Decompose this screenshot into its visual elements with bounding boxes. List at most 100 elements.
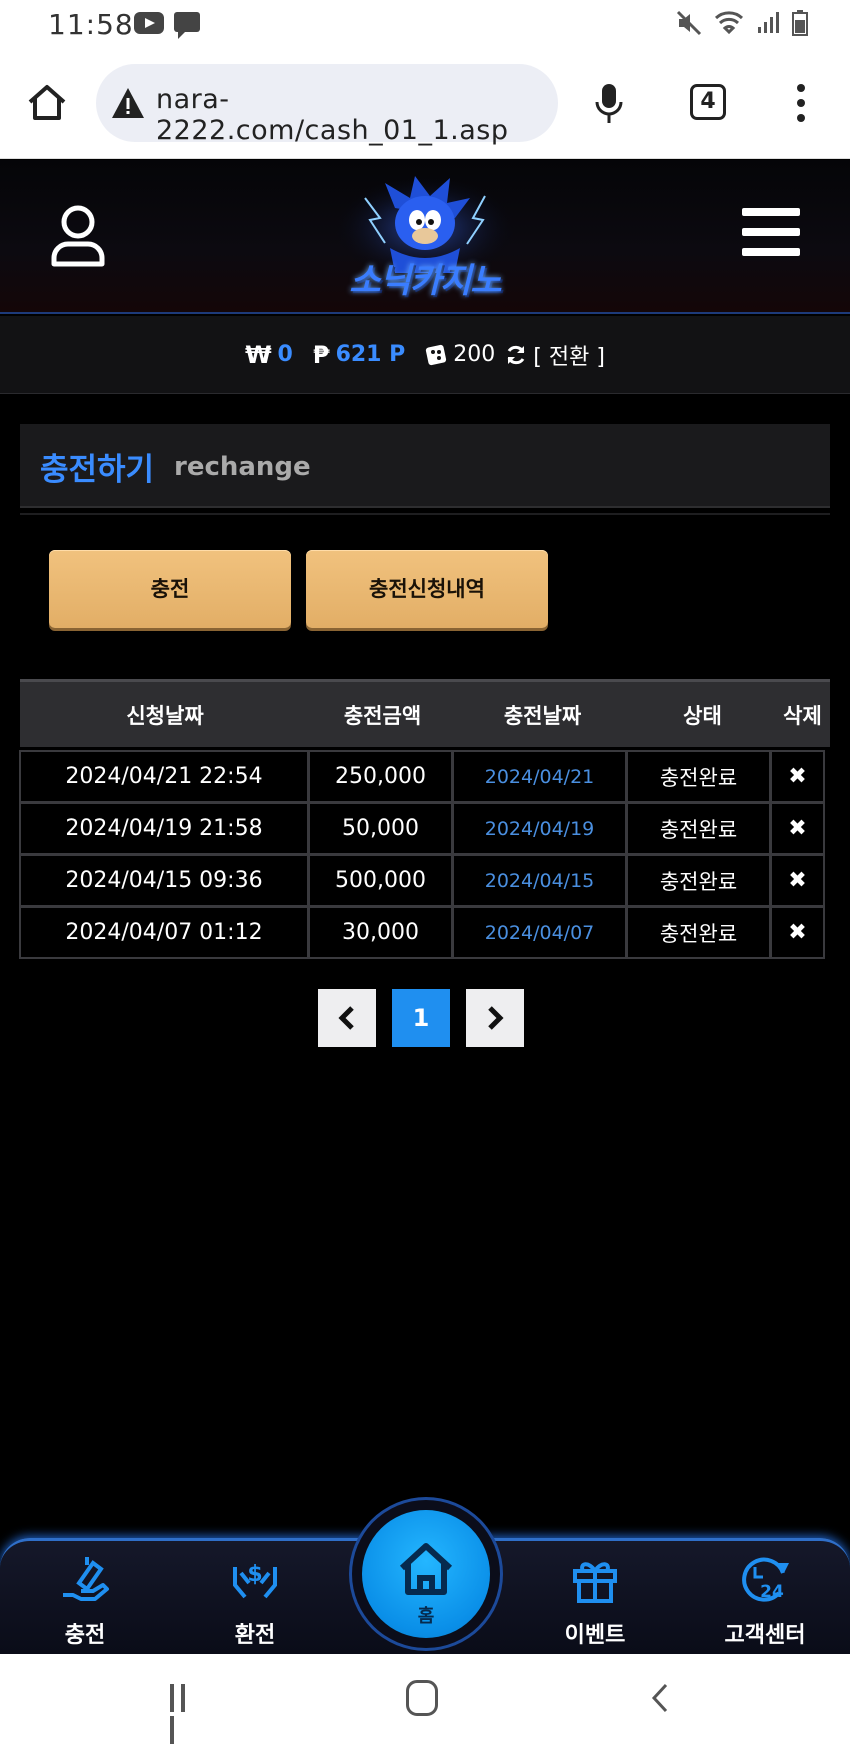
cell-charge-date: 2024/04/21 xyxy=(452,750,627,803)
microphone-icon[interactable] xyxy=(594,82,624,126)
nav-support[interactable]: 24 고객센터 xyxy=(705,1553,825,1649)
table-row: 2024/04/21 22:54 250,000 2024/04/21 충전완료… xyxy=(19,750,830,803)
pagination: 1 xyxy=(318,989,524,1047)
user-account-icon[interactable] xyxy=(50,204,106,268)
cell-status: 충전완료 xyxy=(626,906,771,959)
tab-switcher-button[interactable]: 4 xyxy=(690,84,726,120)
chevron-left-icon xyxy=(338,1006,354,1030)
header-charge-date: 충전날짜 xyxy=(503,703,582,728)
svg-text:24: 24 xyxy=(760,1582,784,1602)
cell-amount: 30,000 xyxy=(308,906,453,959)
charge-button[interactable]: 충전 xyxy=(49,550,291,628)
url-text[interactable]: nara-2222.com/cash_01_1.asp xyxy=(156,84,558,146)
nav-exchange[interactable]: $ 환전 xyxy=(195,1553,315,1649)
delete-x-icon[interactable]: ✖ xyxy=(788,868,806,893)
status-icons xyxy=(676,10,808,36)
cell-status: 충전완료 xyxy=(626,802,771,855)
nav-event[interactable]: 이벤트 xyxy=(535,1553,655,1649)
status-time: 11:58 xyxy=(48,8,134,41)
convert-button[interactable]: [ 전환 ] xyxy=(505,339,605,371)
android-home-icon[interactable] xyxy=(406,1680,438,1716)
delete-x-icon[interactable]: ✖ xyxy=(788,920,806,945)
nav-charge[interactable]: 충전 xyxy=(25,1553,145,1649)
table-header: 신청날짜 충전금액 충전날짜 상태 삭제 xyxy=(20,679,830,747)
cell-amount: 250,000 xyxy=(308,750,453,803)
table-row: 2024/04/07 01:12 30,000 2024/04/07 충전완료 … xyxy=(19,906,830,959)
cell-charge-date: 2024/04/19 xyxy=(452,802,627,855)
wifi-icon xyxy=(714,11,744,35)
gift-icon xyxy=(573,1562,617,1603)
chevron-right-icon xyxy=(488,1006,504,1030)
back-icon[interactable] xyxy=(650,1682,670,1714)
svg-text:$: $ xyxy=(247,1562,262,1587)
cell-status: 충전완료 xyxy=(626,854,771,907)
section-title: 충전하기 xyxy=(40,452,155,488)
page: 11:58 nara-2222.com/cash_01_1.asp 4 소닉카지… xyxy=(0,0,850,1747)
delete-cell[interactable]: ✖ xyxy=(770,906,825,959)
cell-charge-date: 2024/04/15 xyxy=(452,854,627,907)
browser-menu-icon[interactable] xyxy=(796,84,806,124)
prev-page-button[interactable] xyxy=(318,989,376,1047)
cell-amount: 50,000 xyxy=(308,802,453,855)
balance-bar: ₩ 0 ₱ 621 P 200 [ 전환 ] xyxy=(0,316,850,394)
page-1-button[interactable]: 1 xyxy=(392,989,450,1047)
table-row: 2024/04/19 21:58 50,000 2024/04/19 충전완료 … xyxy=(19,802,830,855)
chip-balance-value: 200 xyxy=(453,342,496,367)
home-icon xyxy=(399,1543,453,1595)
not-secure-warning-icon[interactable] xyxy=(110,86,146,120)
section-header: 충전하기 rechange xyxy=(20,424,830,508)
nav-charge-label: 충전 xyxy=(64,1623,106,1648)
delete-cell[interactable]: ✖ xyxy=(770,854,825,907)
divider xyxy=(20,513,830,515)
charge-history-table: 신청날짜 충전금액 충전날짜 상태 삭제 2024/04/21 22:54 25… xyxy=(19,679,830,959)
cell-request-date: 2024/04/19 21:58 xyxy=(19,802,309,855)
cell-request-date: 2024/04/15 09:36 xyxy=(19,854,309,907)
header-status: 상태 xyxy=(683,703,722,728)
delete-x-icon[interactable]: ✖ xyxy=(788,816,806,841)
cell-charge-date: 2024/04/07 xyxy=(452,906,627,959)
nav-exchange-label: 환전 xyxy=(234,1623,276,1648)
section-subtitle: rechange xyxy=(174,452,311,482)
exchange-hands-icon: $ xyxy=(233,1562,277,1599)
header-delete: 삭제 xyxy=(783,703,822,728)
site-logo[interactable]: 소닉카지노 xyxy=(325,168,525,310)
charge-history-button[interactable]: 충전신청내역 xyxy=(306,550,548,628)
browser-home-icon[interactable] xyxy=(26,82,68,124)
cell-amount: 500,000 xyxy=(308,854,453,907)
point-balance: ₱ 621 P xyxy=(313,341,405,369)
logo-text: 소닉카지노 xyxy=(349,261,501,301)
won-icon: ₩ xyxy=(245,340,272,369)
cash-balance-value: 0 xyxy=(277,342,293,367)
android-navigation-bar xyxy=(0,1654,850,1747)
chip-icon xyxy=(426,344,447,365)
cash-balance: ₩ 0 xyxy=(245,341,293,369)
header-amount: 충전금액 xyxy=(343,703,422,728)
delete-cell[interactable]: ✖ xyxy=(770,802,825,855)
table-row: 2024/04/15 09:36 500,000 2024/04/15 충전완료… xyxy=(19,854,830,907)
chip-balance: 200 xyxy=(425,342,495,367)
next-page-button[interactable] xyxy=(466,989,524,1047)
recent-apps-icon[interactable] xyxy=(170,1684,202,1744)
support-24h-icon: 24 xyxy=(742,1557,789,1602)
nav-home-button[interactable]: 홈 xyxy=(362,1510,490,1638)
battery-icon xyxy=(792,10,808,36)
delete-cell[interactable]: ✖ xyxy=(770,750,825,803)
point-balance-value: 621 P xyxy=(335,342,406,367)
youtube-notification-icon xyxy=(134,12,164,34)
cell-request-date: 2024/04/07 01:12 xyxy=(19,906,309,959)
browser-toolbar: nara-2222.com/cash_01_1.asp 4 xyxy=(0,50,850,159)
site-header: 소닉카지노 xyxy=(0,160,850,314)
nav-event-label: 이벤트 xyxy=(564,1623,626,1648)
cell-status: 충전완료 xyxy=(626,750,771,803)
delete-x-icon[interactable]: ✖ xyxy=(788,764,806,789)
refresh-icon xyxy=(507,345,525,364)
cell-request-date: 2024/04/21 22:54 xyxy=(19,750,309,803)
point-icon: ₱ xyxy=(312,340,330,369)
charge-hand-icon xyxy=(63,1557,109,1601)
address-bar[interactable]: nara-2222.com/cash_01_1.asp xyxy=(96,64,558,146)
convert-label[interactable]: [ 전환 ] xyxy=(533,339,605,371)
message-notification-icon xyxy=(174,12,200,39)
hamburger-menu-icon[interactable] xyxy=(742,208,800,262)
nav-support-label: 고객센터 xyxy=(724,1623,806,1648)
nav-home-label: 홈 xyxy=(417,1606,435,1627)
